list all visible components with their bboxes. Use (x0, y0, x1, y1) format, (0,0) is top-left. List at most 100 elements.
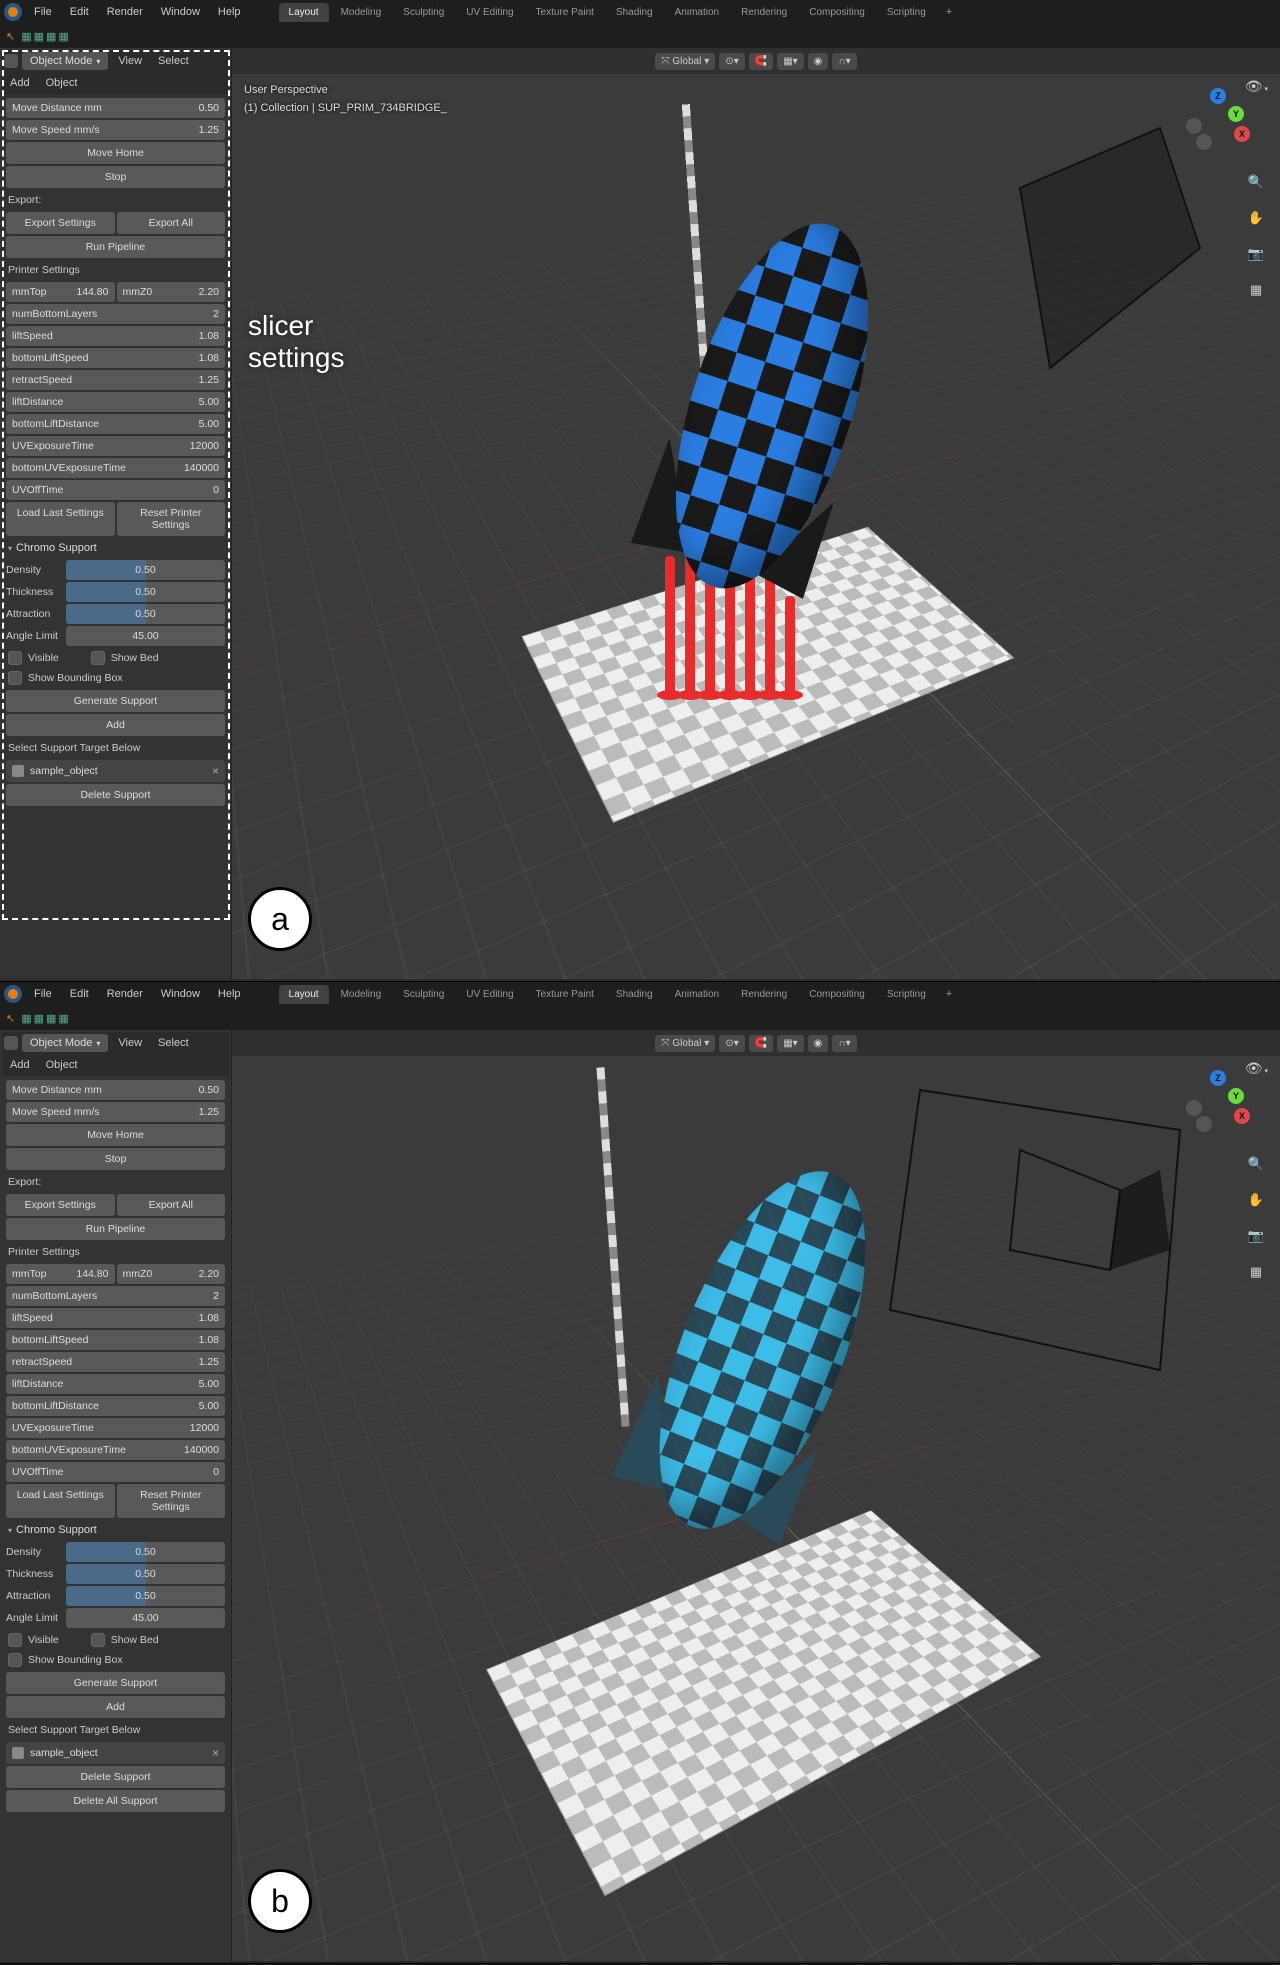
target-object-row[interactable]: sample_object × (6, 760, 225, 782)
field-move-distance[interactable]: Move Distance mm0.50 (6, 1080, 225, 1100)
checkbox-visible[interactable] (8, 651, 22, 665)
snap-toggle[interactable]: 🧲 (749, 1035, 773, 1052)
gizmo-neg-axis[interactable] (1186, 118, 1202, 134)
zoom-icon[interactable]: 🔍 (1242, 1150, 1270, 1178)
slider-density[interactable]: 0.50 (66, 560, 225, 580)
tab-modeling[interactable]: Modeling (331, 985, 392, 1004)
field-mmtop[interactable]: mmTop144.80 (6, 282, 115, 302)
btn-generate-support[interactable]: Generate Support (6, 690, 225, 712)
tab-shading[interactable]: Shading (606, 985, 663, 1004)
proportional-toggle[interactable]: ◉ (808, 1035, 829, 1052)
field-retract-speed[interactable]: retractSpeed1.25 (6, 370, 225, 390)
tab-scripting[interactable]: Scripting (877, 985, 936, 1004)
menu-edit[interactable]: Edit (62, 985, 97, 1003)
btn-delete-all-support[interactable]: Delete All Support (6, 1790, 225, 1812)
clear-target-icon[interactable]: × (212, 1746, 219, 1760)
btn-export-all[interactable]: Export All (117, 1194, 226, 1216)
btn-reset-printer-settings[interactable]: Reset Printer Settings (117, 502, 226, 536)
proportional-dropdown[interactable]: ∩▾ (832, 1035, 856, 1052)
section-chromo-support[interactable]: Chromo Support (6, 1520, 225, 1540)
tab-compositing[interactable]: Compositing (799, 3, 875, 22)
btn-export-all[interactable]: Export All (117, 212, 226, 234)
field-retract-speed[interactable]: retractSpeed1.25 (6, 1352, 225, 1372)
gizmo-neg-axis[interactable] (1186, 1100, 1202, 1116)
btn-move-home[interactable]: Move Home (6, 1124, 225, 1146)
cursor-tool-icon[interactable]: ↖ (6, 1012, 15, 1025)
snap-icons[interactable]: ▦▦▦▦ (21, 1012, 71, 1025)
proportional-toggle[interactable]: ◉ (808, 53, 829, 70)
pivot-dropdown[interactable]: ⊙▾ (719, 53, 744, 70)
btn-stop[interactable]: Stop (6, 1148, 225, 1170)
snap-toggle[interactable]: 🧲 (749, 53, 773, 70)
navigation-gizmo[interactable]: Z Y X (1186, 88, 1250, 152)
btn-export-settings[interactable]: Export Settings (6, 212, 115, 234)
tab-layout[interactable]: Layout (279, 3, 329, 22)
hdr-view[interactable]: View (112, 52, 148, 70)
btn-add[interactable]: Add (6, 714, 225, 736)
hdr-add[interactable]: Add (4, 74, 36, 92)
navigation-gizmo[interactable]: Z Y X (1186, 1070, 1250, 1134)
field-bottom-lift-speed[interactable]: bottomLiftSpeed1.08 (6, 348, 225, 368)
tab-scripting[interactable]: Scripting (877, 3, 936, 22)
btn-load-last-settings[interactable]: Load Last Settings (6, 1484, 115, 1518)
tab-compositing[interactable]: Compositing (799, 985, 875, 1004)
gizmo-x-axis[interactable]: X (1234, 1108, 1250, 1124)
field-mmz0[interactable]: mmZ02.20 (117, 282, 226, 302)
perspective-icon[interactable]: ▦ (1242, 276, 1270, 304)
tab-rendering[interactable]: Rendering (731, 985, 797, 1004)
clear-target-icon[interactable]: × (212, 764, 219, 778)
field-lift-distance[interactable]: liftDistance5.00 (6, 392, 225, 412)
menu-render[interactable]: Render (99, 3, 151, 21)
mode-dropdown[interactable]: Object Mode (22, 52, 108, 70)
cursor-tool-icon[interactable]: ↖ (6, 30, 15, 43)
btn-move-home[interactable]: Move Home (6, 142, 225, 164)
pan-icon[interactable]: ✋ (1242, 1186, 1270, 1214)
slider-attraction[interactable]: 0.50 (66, 604, 225, 624)
btn-delete-support[interactable]: Delete Support (6, 1766, 225, 1788)
slider-thickness[interactable]: 0.50 (66, 1564, 225, 1584)
target-object-row[interactable]: sample_object × (6, 1742, 225, 1764)
gizmo-x-axis[interactable]: X (1234, 126, 1250, 142)
slider-angle-limit[interactable]: 45.00 (66, 626, 225, 646)
section-chromo-support[interactable]: Chromo Support (6, 538, 225, 558)
tab-layout[interactable]: Layout (279, 985, 329, 1004)
perspective-icon[interactable]: ▦ (1242, 1258, 1270, 1286)
gizmo-z-axis[interactable]: Z (1210, 88, 1226, 104)
gizmo-z-axis[interactable]: Z (1210, 1070, 1226, 1086)
btn-reset-printer-settings[interactable]: Reset Printer Settings (117, 1484, 226, 1518)
tab-texture-paint[interactable]: Texture Paint (526, 985, 604, 1004)
btn-load-last-settings[interactable]: Load Last Settings (6, 502, 115, 536)
menu-help[interactable]: Help (210, 985, 249, 1003)
tab-animation[interactable]: Animation (665, 3, 729, 22)
slider-attraction[interactable]: 0.50 (66, 1586, 225, 1606)
btn-generate-support[interactable]: Generate Support (6, 1672, 225, 1694)
menu-file[interactable]: File (26, 3, 60, 21)
tab-rendering[interactable]: Rendering (731, 3, 797, 22)
field-move-speed[interactable]: Move Speed mm/s1.25 (6, 120, 225, 140)
checkbox-show-bbox[interactable] (8, 1653, 22, 1667)
orientation-dropdown[interactable]: ⤧ Global ▾ (655, 1035, 715, 1052)
btn-add[interactable]: Add (6, 1696, 225, 1718)
field-uv-off-time[interactable]: UVOffTime0 (6, 480, 225, 500)
hdr-select[interactable]: Select (152, 52, 195, 70)
checkbox-show-bbox[interactable] (8, 671, 22, 685)
field-bottom-lift-speed[interactable]: bottomLiftSpeed1.08 (6, 1330, 225, 1350)
gizmo-y-axis[interactable]: Y (1228, 106, 1244, 122)
field-lift-speed[interactable]: liftSpeed1.08 (6, 326, 225, 346)
tab-shading[interactable]: Shading (606, 3, 663, 22)
field-lift-speed[interactable]: liftSpeed1.08 (6, 1308, 225, 1328)
menu-edit[interactable]: Edit (62, 3, 97, 21)
add-workspace-icon[interactable]: + (938, 2, 960, 22)
btn-run-pipeline[interactable]: Run Pipeline (6, 1218, 225, 1240)
slider-density[interactable]: 0.50 (66, 1542, 225, 1562)
tab-uv-editing[interactable]: UV Editing (456, 3, 523, 22)
camera-icon[interactable]: 📷 (1242, 1222, 1270, 1250)
menu-window[interactable]: Window (153, 985, 208, 1003)
btn-export-settings[interactable]: Export Settings (6, 1194, 115, 1216)
tab-animation[interactable]: Animation (665, 985, 729, 1004)
tab-modeling[interactable]: Modeling (331, 3, 392, 22)
tab-sculpting[interactable]: Sculpting (393, 985, 454, 1004)
tab-uv-editing[interactable]: UV Editing (456, 985, 523, 1004)
checkbox-show-bed[interactable] (91, 1633, 105, 1647)
field-num-bottom-layers[interactable]: numBottomLayers2 (6, 304, 225, 324)
